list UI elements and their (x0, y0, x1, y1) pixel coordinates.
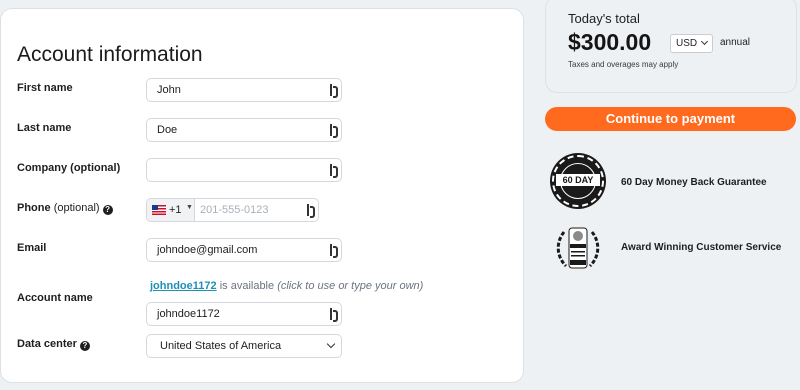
password-manager-icon[interactable] (330, 124, 338, 138)
data-center-label: Data center? (17, 338, 90, 351)
data-center-row: Data center? United States of America (1, 334, 525, 358)
caret-down-icon: ▼ (186, 204, 193, 211)
page-title: Account information (17, 43, 203, 66)
award-laurel-icon (556, 227, 600, 269)
company-row: Company (optional) (1, 158, 525, 182)
account-name-field[interactable]: johndoe1172 (146, 302, 342, 326)
phone-optional-text: (optional) (53, 202, 100, 214)
guarantee-item: 60 DAY 60 Day Money Back Guarantee (550, 155, 800, 209)
phone-label-text: Phone (17, 202, 51, 214)
company-field[interactable] (146, 158, 342, 182)
data-center-value: United States of America (160, 340, 282, 352)
guarantee-item: Award Winning Customer Service (550, 222, 800, 276)
last-name-field[interactable]: Doe (146, 118, 342, 142)
account-name-hint: johndoe1172 is available (click to use o… (150, 280, 423, 292)
last-name-value: Doe (157, 124, 178, 136)
currency-select[interactable]: USD (670, 34, 713, 53)
account-name-row: Account name johndoe1172 is available (c… (1, 280, 525, 326)
last-name-row: Last name Doe (1, 118, 525, 142)
seal-band-text: 60 DAY (556, 174, 600, 186)
continue-to-payment-button[interactable]: Continue to payment (545, 107, 796, 131)
password-manager-icon[interactable] (330, 244, 338, 258)
help-icon[interactable]: ? (79, 341, 90, 351)
phone-label: Phone (optional)? (17, 202, 113, 215)
first-name-field[interactable]: John (146, 78, 342, 102)
data-center-select[interactable]: United States of America (146, 334, 342, 358)
hint-text: (click to use or type your own) (277, 280, 424, 292)
account-information-card: Account information First name John Last… (0, 8, 524, 383)
email-row: Email johndoe@gmail.com (1, 238, 525, 262)
password-manager-icon[interactable] (330, 84, 338, 98)
email-label: Email (17, 242, 47, 254)
chevron-down-icon (700, 37, 709, 46)
total-label: Today's total (568, 11, 640, 26)
us-flag-icon (152, 205, 166, 215)
password-manager-icon[interactable] (307, 204, 315, 218)
phone-row: Phone (optional)? +1 ▼ 201-555-0123 (1, 198, 525, 222)
billing-period: annual (720, 37, 751, 48)
tax-note: Taxes and overages may apply (568, 60, 679, 69)
email-field[interactable]: johndoe@gmail.com (146, 238, 342, 262)
suggested-username-link[interactable]: johndoe1172 (150, 280, 217, 292)
data-center-label-text: Data center (17, 338, 77, 350)
chevron-down-icon (326, 339, 336, 349)
total-amount: $300.00 (568, 29, 652, 55)
password-manager-icon[interactable] (330, 308, 338, 322)
phone-placeholder: 201-555-0123 (200, 204, 269, 216)
currency-value: USD (676, 38, 698, 49)
email-value: johndoe@gmail.com (157, 244, 258, 256)
account-name-value: johndoe1172 (157, 308, 220, 320)
first-name-label: First name (17, 82, 73, 94)
first-name-value: John (157, 84, 181, 96)
order-total-card: Today's total $300.00 USD annual Taxes a… (545, 0, 797, 93)
phone-field[interactable]: +1 ▼ 201-555-0123 (146, 198, 319, 222)
help-icon[interactable]: ? (102, 205, 113, 215)
company-label: Company (optional) (17, 162, 121, 174)
first-name-row: First name John (1, 78, 525, 102)
60-day-seal-icon: 60 DAY (552, 155, 604, 207)
last-name-label: Last name (17, 122, 72, 134)
guarantee-text: Award Winning Customer Service (621, 242, 782, 253)
password-manager-icon[interactable] (330, 164, 338, 178)
country-code-select[interactable]: +1 ▼ (147, 199, 195, 221)
account-name-label: Account name (17, 292, 93, 304)
available-text: is available (219, 280, 275, 292)
dial-code: +1 (169, 204, 182, 216)
guarantee-text: 60 Day Money Back Guarantee (621, 177, 767, 188)
